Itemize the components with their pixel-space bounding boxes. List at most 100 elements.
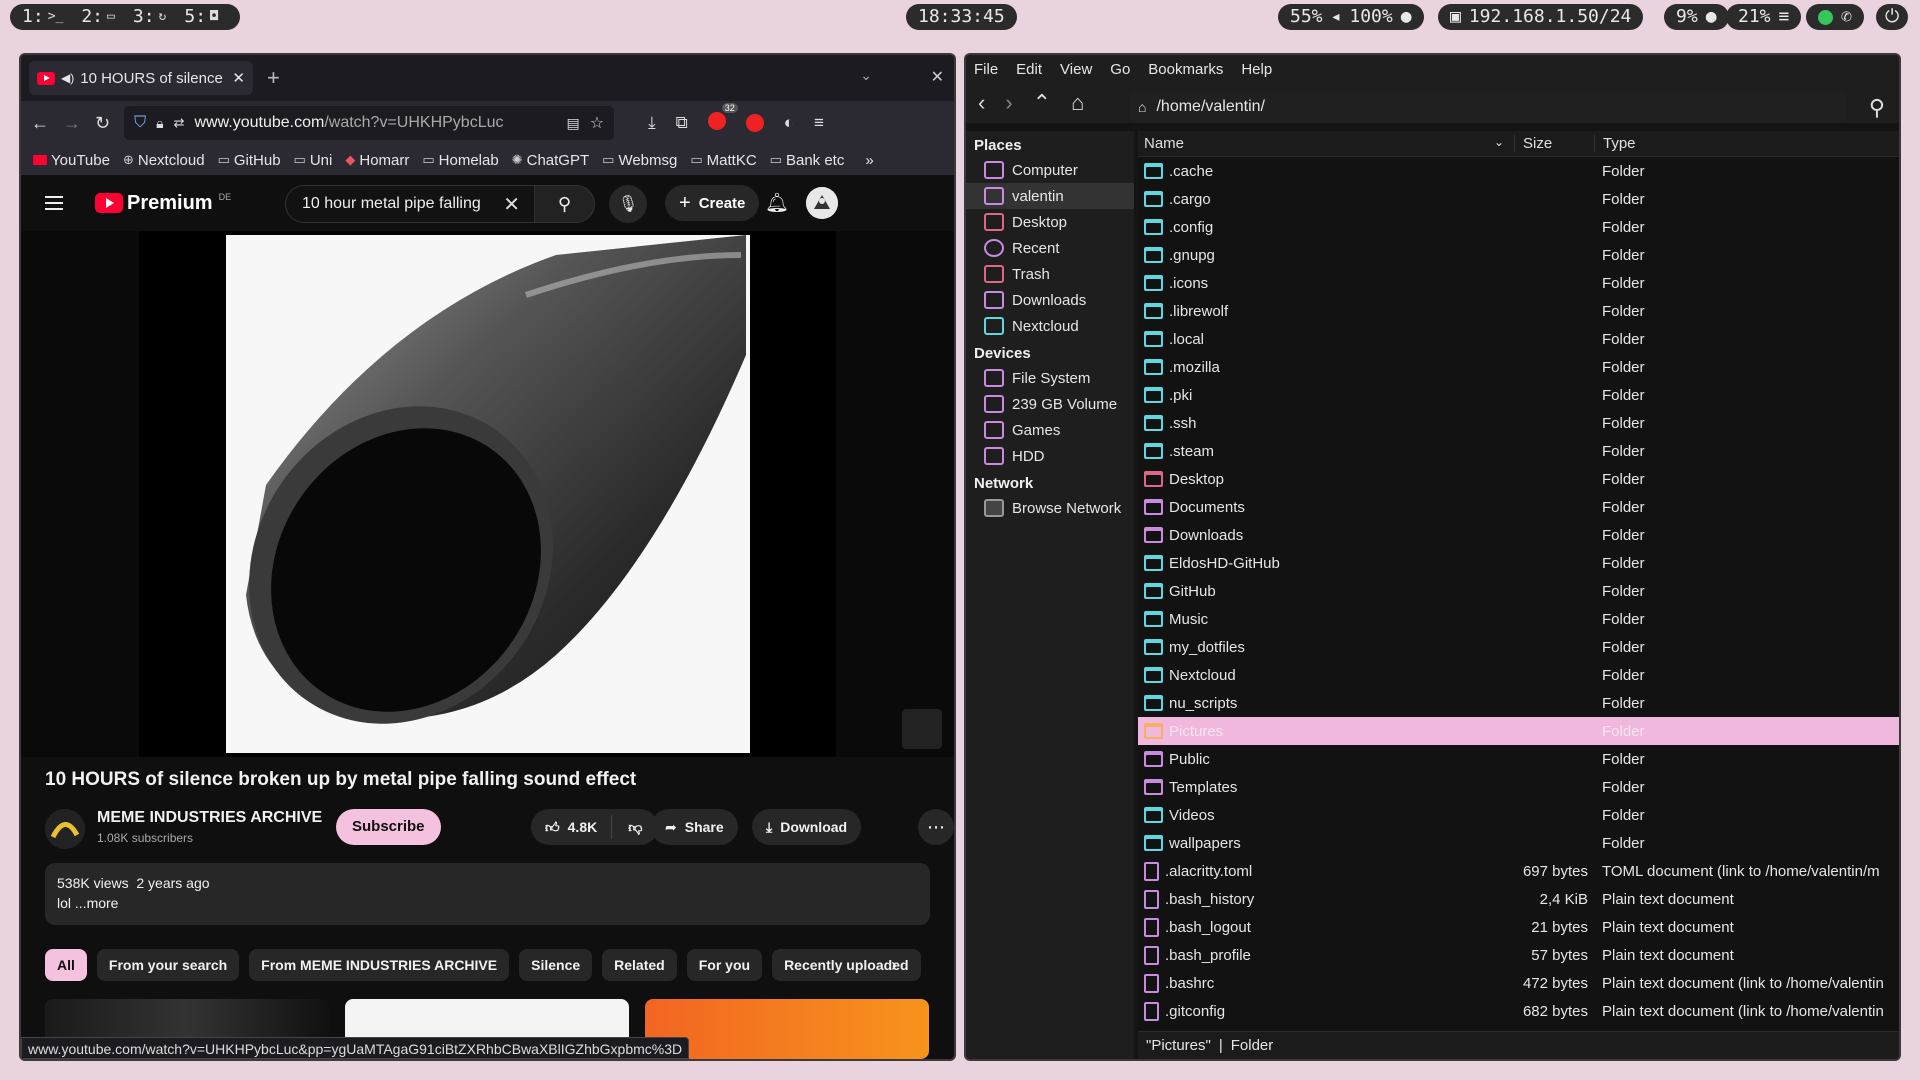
workspace-1[interactable]: 1: >_ (22, 4, 63, 30)
sidebar-item-hdd[interactable]: HDD (966, 443, 1134, 469)
sidebar-item-browse-network[interactable]: Browse Network (966, 495, 1134, 521)
speaker-icon[interactable]: ◀) (61, 71, 74, 85)
column-type[interactable]: Type (1594, 135, 1899, 152)
notifications-bell-icon[interactable]: 🔔︎ (765, 191, 789, 215)
file-row[interactable]: .local Folder (1138, 325, 1899, 353)
sidebar-item-trash[interactable]: Trash (966, 261, 1134, 287)
sidebar-item-computer[interactable]: Computer (966, 157, 1134, 183)
chips-next-chevron-icon[interactable]: › (891, 955, 897, 976)
file-row[interactable]: .mozilla Folder (1138, 353, 1899, 381)
window-close-button[interactable]: ✕ (931, 67, 944, 87)
file-row[interactable]: GitHub Folder (1138, 577, 1899, 605)
chip-for-you[interactable]: For you (686, 949, 763, 981)
file-row[interactable]: .librewolf Folder (1138, 297, 1899, 325)
sidebar-item-games[interactable]: Games (966, 417, 1134, 443)
channel-name[interactable]: MEME INDUSTRIES ARCHIVE (97, 809, 322, 827)
sidebar-item-volume[interactable]: 239 GB Volume (966, 391, 1134, 417)
file-row[interactable]: .gitconfig 682 bytes Plain text document (… (1138, 997, 1899, 1025)
more-actions-button[interactable]: ⋯ (918, 809, 954, 845)
workspace-3[interactable]: 3: ↻ (133, 4, 167, 30)
file-row[interactable]: Pictures Folder (1138, 717, 1899, 745)
up-chevron-icon[interactable]: ⌃ (1033, 90, 1051, 116)
bookmark-star-icon[interactable]: ☆ (590, 113, 604, 133)
file-row[interactable]: .ssh Folder (1138, 409, 1899, 437)
voice-search-button[interactable]: 🎙︎ (609, 185, 647, 223)
file-row[interactable]: Nextcloud Folder (1138, 661, 1899, 689)
menu-icon[interactable]: ≡ (814, 113, 824, 133)
chip-all[interactable]: All (45, 949, 87, 981)
home-icon[interactable]: ⌂ (1071, 90, 1084, 116)
file-row[interactable]: Public Folder (1138, 745, 1899, 773)
shield-icon[interactable]: ⛉ (134, 114, 146, 132)
description-box[interactable]: 538K views 2 years ago lol ...more (45, 863, 930, 925)
channel-avatar[interactable] (45, 809, 85, 849)
sidebar-item-file-system[interactable]: File System (966, 365, 1134, 391)
permissions-icon[interactable]: ⇄ (174, 115, 185, 131)
file-row[interactable]: .bash_profile 57 bytes Plain text document (1138, 941, 1899, 969)
file-row[interactable]: my_dotfiles Folder (1138, 633, 1899, 661)
url-bar[interactable]: ⛉ 🔒︎ ⇄ www.youtube.com/watch?v=UHKHPybcL… (124, 106, 615, 140)
reload-icon[interactable]: ↻ (95, 113, 110, 134)
youtube-extension-icon[interactable] (745, 114, 764, 132)
like-button[interactable]: 👍︎ 4.8K (531, 815, 613, 839)
location-bar[interactable]: ⌂ /home/valentin/ (1130, 91, 1847, 123)
download-button[interactable]: ⤓ Download (752, 809, 862, 845)
chip-silence[interactable]: Silence (519, 949, 593, 981)
back-chevron-icon[interactable]: ‹ (978, 90, 985, 116)
menu-help[interactable]: Help (1241, 61, 1272, 78)
file-row[interactable]: .bashrc 472 bytes Plain text document (lin… (1138, 969, 1899, 997)
column-name[interactable]: Name ⌄ (1138, 135, 1514, 152)
file-row[interactable]: Templates Folder (1138, 773, 1899, 801)
file-row[interactable]: .bash_logout 21 bytes Plain text document (1138, 913, 1899, 941)
share-button[interactable]: ➦ Share (651, 809, 738, 845)
file-row[interactable]: .alacritty.toml 697 bytes TOML document (l… (1138, 857, 1899, 885)
subscribe-button[interactable]: Subscribe (336, 809, 441, 845)
new-tab-button[interactable]: + (267, 65, 280, 91)
network-indicator[interactable]: ▣ 192.168.1.50/24 (1438, 4, 1644, 30)
sidebar-item-recent[interactable]: Recent (966, 235, 1134, 261)
file-row[interactable]: .cache Folder (1138, 157, 1899, 185)
menu-bookmarks[interactable]: Bookmarks (1148, 61, 1223, 78)
hamburger-menu-icon[interactable] (45, 196, 63, 210)
search-button[interactable]: ⚲ (535, 185, 595, 223)
sidebar-item-valentin[interactable]: valentin (966, 183, 1134, 209)
brightness-volume[interactable]: 55% ◂ 100% ● (1278, 4, 1424, 30)
bookmark-webmsg[interactable]: ▭ Webmsg (602, 152, 677, 169)
menu-go[interactable]: Go (1110, 61, 1130, 78)
bookmark-github[interactable]: ▭ GitHub (218, 152, 281, 169)
workspace-5[interactable]: 5: ◘ (184, 4, 218, 30)
extensions-icon[interactable]: ⧉ (676, 113, 688, 133)
menu-edit[interactable]: Edit (1016, 61, 1042, 78)
tab-list-chevron-icon[interactable]: ⌄ (860, 67, 872, 84)
url-text[interactable]: www.youtube.com/watch?v=UHKHPybcLuc (194, 114, 556, 132)
bookmark-chatgpt[interactable]: ✺ ChatGPT (512, 152, 589, 169)
chip-recently-uploaded[interactable]: Recently uploaded (772, 949, 921, 981)
close-tab-icon[interactable]: ✕ (232, 69, 245, 87)
bookmark-youtube[interactable]: YouTube (33, 152, 110, 169)
phone-icon[interactable]: ✆ (1841, 4, 1852, 30)
clear-search-icon[interactable]: ✕ (503, 192, 520, 217)
forward-arrow-icon[interactable]: → (63, 113, 81, 134)
status-ok-icon[interactable] (1818, 9, 1833, 25)
file-row[interactable]: EldosHD-GitHub Folder (1138, 549, 1899, 577)
file-row[interactable]: .cargo Folder (1138, 185, 1899, 213)
file-row[interactable]: Music Folder (1138, 605, 1899, 633)
bookmarks-overflow-icon[interactable]: » (865, 152, 873, 169)
menu-view[interactable]: View (1060, 61, 1092, 78)
file-row[interactable]: wallpapers Folder (1138, 829, 1899, 857)
create-button[interactable]: + Create (665, 185, 760, 221)
ublock-icon[interactable]: 32 (707, 102, 738, 135)
file-row[interactable]: .icons Folder (1138, 269, 1899, 297)
file-row[interactable]: Documents Folder (1138, 493, 1899, 521)
file-row[interactable]: Downloads Folder (1138, 521, 1899, 549)
bookmark-uni[interactable]: ▭ Uni (294, 152, 333, 169)
bookmark-mattkc[interactable]: ▭ MattKC (690, 152, 756, 169)
downloads-icon[interactable]: ⤓ (648, 113, 656, 133)
account-icon[interactable]: ◐ (784, 113, 794, 133)
forward-chevron-icon[interactable]: › (1005, 90, 1012, 116)
lock-icon[interactable]: 🔒︎ (156, 115, 163, 132)
sidebar-item-desktop[interactable]: Desktop (966, 209, 1134, 235)
file-row[interactable]: Videos Folder (1138, 801, 1899, 829)
chip-from-channel[interactable]: From MEME INDUSTRIES ARCHIVE (249, 949, 510, 981)
workspace-2[interactable]: 2: ▭ (81, 4, 115, 30)
